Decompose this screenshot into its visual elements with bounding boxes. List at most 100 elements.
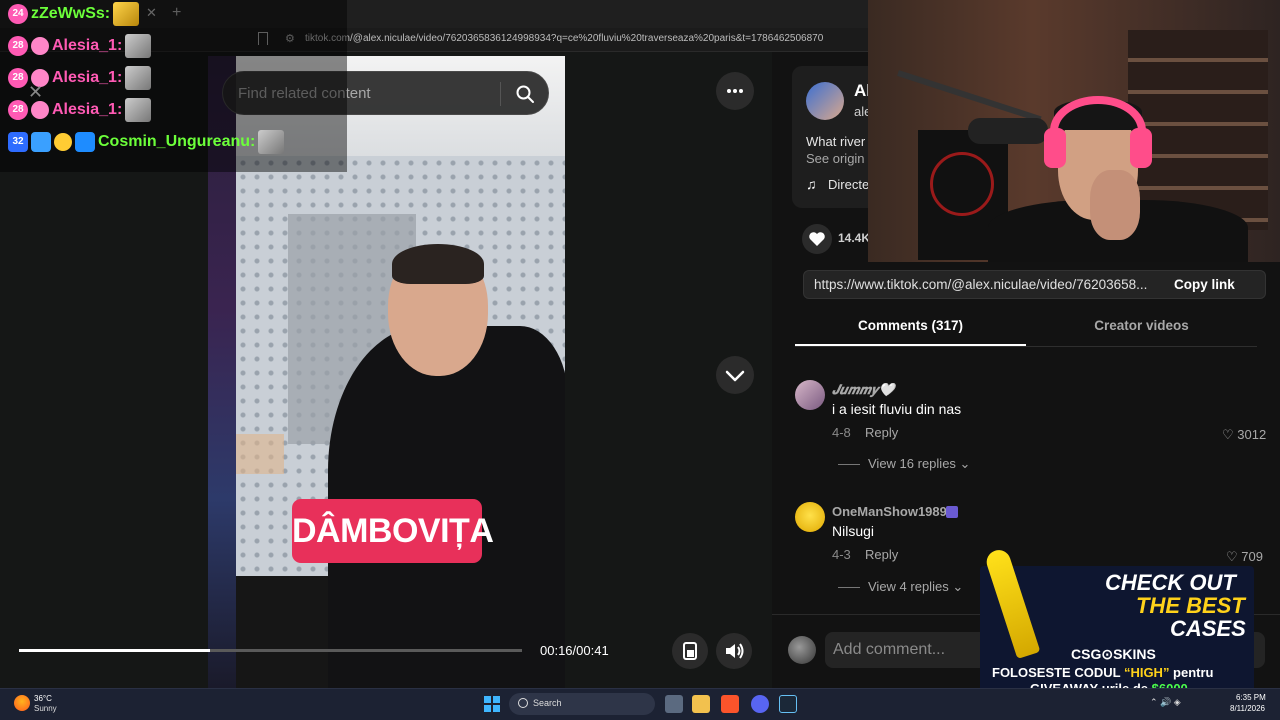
comment-username[interactable]: OneManShow1989 <box>832 504 947 519</box>
webcam-streamer-hand <box>1090 170 1140 240</box>
chat-username: Alesia_1: <box>52 69 123 86</box>
video-caption: DÂMBOVIȚA <box>292 499 494 563</box>
emote-icon <box>125 34 152 58</box>
emote-icon <box>125 66 152 90</box>
ad-promo-text: pentru <box>1169 665 1214 680</box>
chevron-down-icon <box>725 370 745 382</box>
taskbar-search[interactable]: Search <box>509 693 655 715</box>
reply-button[interactable]: Reply <box>865 547 898 562</box>
video-time: 00:16/00:41 <box>540 643 609 658</box>
ad-promo-line-1: FOLOSESTE CODUL “HIGH” pentru <box>992 665 1214 680</box>
like-count: 14.4K <box>838 231 871 245</box>
windows-start-icon[interactable] <box>484 696 500 712</box>
chat-username: Alesia_1: <box>52 37 123 54</box>
robot-badge-icon <box>31 101 49 119</box>
view-replies-button[interactable]: View 4 replies ⌄ <box>838 579 963 595</box>
file-explorer-icon[interactable] <box>692 695 710 713</box>
tab-creator-videos[interactable]: Creator videos <box>1026 318 1257 333</box>
taskbar-search-label: Search <box>533 698 562 708</box>
chat-username: zZeWwSs: <box>31 5 111 22</box>
ad-brand: CSG⊙SKINS <box>1071 646 1156 662</box>
weather-temperature[interactable]: 36°C <box>34 694 52 703</box>
next-video-button[interactable] <box>716 356 754 394</box>
chat-username: Cosmin_Ungureanu: <box>98 133 256 150</box>
steam-icon[interactable] <box>779 695 797 713</box>
view-replies-label: View 16 replies <box>868 456 956 471</box>
screen: ✕ + ⚙ tiktok.com/@alex.niculae/video/762… <box>0 0 1280 720</box>
sub-badge: 32 <box>8 132 28 152</box>
user-avatar[interactable] <box>788 636 816 664</box>
chat-message: 32 Cosmin_Ungureanu: <box>8 130 285 154</box>
commenter-avatar[interactable] <box>795 380 825 410</box>
webcam-headphone-ear <box>1044 128 1066 168</box>
dot-icon <box>733 89 737 93</box>
comment-date: 4-8 <box>832 425 851 440</box>
comment-like-count: 709 <box>1241 549 1263 564</box>
like-button[interactable] <box>802 224 832 254</box>
see-original-link[interactable]: See origin <box>806 151 865 166</box>
chevron-down-icon: ⌄ <box>948 579 964 594</box>
close-icon: ✕ <box>28 82 44 102</box>
search-icon <box>518 698 528 708</box>
webcam-microphone <box>968 118 1048 144</box>
task-view-icon[interactable] <box>665 695 683 713</box>
robot-badge-icon <box>54 133 72 151</box>
heart-icon <box>809 232 825 246</box>
clock-time[interactable]: 6:35 PM <box>1236 693 1266 702</box>
video-progress-fill <box>19 649 211 652</box>
more-options-button[interactable] <box>716 72 754 110</box>
comment-username[interactable]: 𝑱𝒖𝒎𝒎𝒚🤍 <box>832 382 895 398</box>
webcam-overlay <box>868 0 1280 262</box>
weather-description[interactable]: Sunny <box>34 704 57 713</box>
copy-link-button[interactable]: Copy link <box>1174 277 1235 292</box>
chat-message: 28 Alesia_1: <box>8 34 152 58</box>
commenter-avatar[interactable] <box>795 502 825 532</box>
add-comment-placeholder: Add comment... <box>833 641 946 658</box>
discord-icon[interactable] <box>751 695 769 713</box>
comment-text: i a iesit fluviu din nas <box>832 401 962 417</box>
robot-badge-icon <box>31 37 49 55</box>
view-replies-label: View 4 replies <box>868 579 949 594</box>
clock-date[interactable]: 8/11/2026 <box>1230 704 1265 713</box>
brave-browser-icon[interactable] <box>721 695 739 713</box>
dot-icon <box>727 89 731 93</box>
verified-badge-icon <box>946 506 958 518</box>
search-icon[interactable] <box>515 84 535 104</box>
share-link-url[interactable]: https://www.tiktok.com/@alex.niculae/vid… <box>814 277 1156 292</box>
badge-icon <box>75 132 95 152</box>
reply-button[interactable]: Reply <box>865 425 898 440</box>
webcam-pentagram <box>930 152 994 216</box>
comment-like-button[interactable]: ♡ 3012 <box>1222 427 1266 443</box>
address-url[interactable]: tiktok.com/@alex.niculae/video/762036583… <box>305 33 823 44</box>
dot-icon <box>739 89 743 93</box>
sub-badge: 28 <box>8 36 28 56</box>
video-person-hair <box>392 244 484 284</box>
sub-badge: 28 <box>8 100 28 120</box>
heart-outline-icon: ♡ <box>1222 427 1238 442</box>
view-replies-button[interactable]: View 16 replies ⌄ <box>838 456 970 472</box>
system-tray-icons[interactable]: ⌃ 🔊 ◈ <box>1150 697 1181 708</box>
dash-divider <box>838 587 860 589</box>
weather-sun-icon[interactable] <box>14 695 30 711</box>
volume-icon <box>726 643 744 659</box>
tab-comments[interactable]: Comments (317) <box>795 318 1026 333</box>
emote-icon <box>113 2 140 26</box>
dash-divider <box>838 464 860 466</box>
sub-badge: 28 <box>8 68 28 88</box>
video-description: What river <box>806 134 866 149</box>
music-note-icon: ♫ <box>806 176 817 192</box>
search-divider <box>500 82 501 106</box>
video-progress-bar[interactable] <box>19 649 522 652</box>
chat-message: 24 zZeWwSs: <box>8 2 140 26</box>
comment-like-button[interactable]: ♡ 709 <box>1226 549 1263 565</box>
comment-text: Nilsugi <box>832 523 875 539</box>
ad-promo-code: “HIGH” <box>1123 665 1170 680</box>
ad-promo-text: FOLOSESTE CODUL <box>992 665 1124 680</box>
pip-icon <box>683 642 697 660</box>
creator-avatar[interactable] <box>806 82 844 120</box>
music-title[interactable]: Directe <box>828 177 869 192</box>
volume-button[interactable] <box>716 633 752 669</box>
share-link-box: https://www.tiktok.com/@alex.niculae/vid… <box>803 270 1266 299</box>
badge-icon <box>31 132 51 152</box>
pip-button[interactable] <box>672 633 708 669</box>
